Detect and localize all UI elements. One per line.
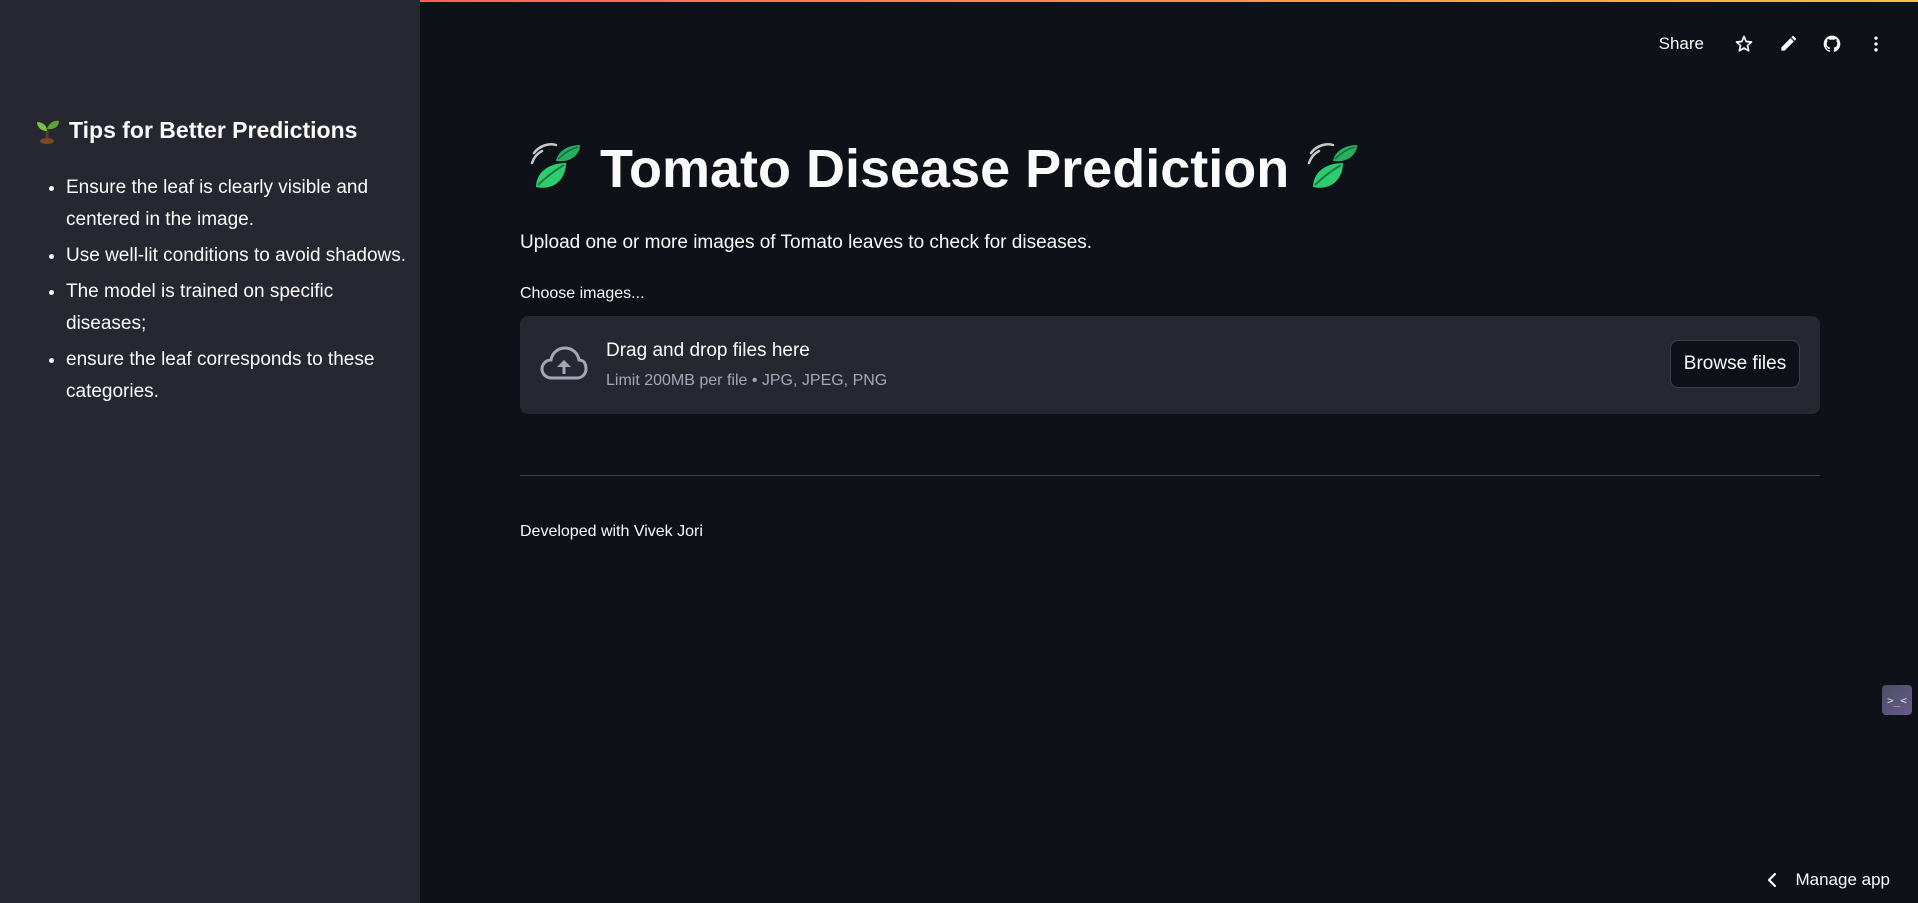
- page-title: Tomato Disease Prediction: [526, 138, 1363, 200]
- sidebar-title: Tips for Better Predictions: [33, 116, 357, 144]
- tips-list: Ensure the leaf is clearly visible and c…: [33, 172, 416, 412]
- tip-item: The model is trained on specific disease…: [66, 276, 416, 340]
- cloud-upload-icon: [540, 346, 588, 380]
- sidebar-title-text: Tips for Better Predictions: [69, 116, 358, 143]
- more-vert-icon[interactable]: [1854, 29, 1898, 59]
- browse-files-button[interactable]: Browse files: [1670, 340, 1800, 388]
- dropzone-limit: Limit 200MB per file • JPG, JPEG, PNG: [606, 372, 888, 389]
- tip-item: Ensure the leaf is clearly visible and c…: [66, 172, 416, 236]
- uploader-label: Choose images...: [520, 285, 645, 302]
- leaf-fluttering-icon: [530, 143, 580, 188]
- chevron-left-icon: [1768, 872, 1777, 888]
- tip-item: ensure the leaf corresponds to these cat…: [66, 344, 416, 408]
- dropzone-title: Drag and drop files here: [606, 340, 810, 361]
- streamlit-badge-icon[interactable]: >_<: [1882, 685, 1912, 715]
- sidebar: Tips for Better Predictions Ensure the l…: [0, 0, 420, 903]
- footer-text: Developed with Vivek Jori: [520, 523, 703, 540]
- manage-app-label: Manage app: [1795, 870, 1890, 889]
- divider: [520, 475, 1820, 476]
- page-subtitle: Upload one or more images of Tomato leav…: [520, 232, 1093, 253]
- main-content: Tomato Disease Prediction Upload one or …: [520, 0, 1820, 903]
- leaf-fluttering-icon: [1307, 143, 1358, 188]
- tip-item: Use well-lit conditions to avoid shadows…: [66, 240, 416, 272]
- manage-app-button[interactable]: Manage app: [1765, 870, 1890, 890]
- page-title-text: Tomato Disease Prediction: [600, 139, 1290, 199]
- seedling-icon: [37, 120, 59, 144]
- file-dropzone[interactable]: Drag and drop files here Limit 200MB per…: [520, 316, 1820, 414]
